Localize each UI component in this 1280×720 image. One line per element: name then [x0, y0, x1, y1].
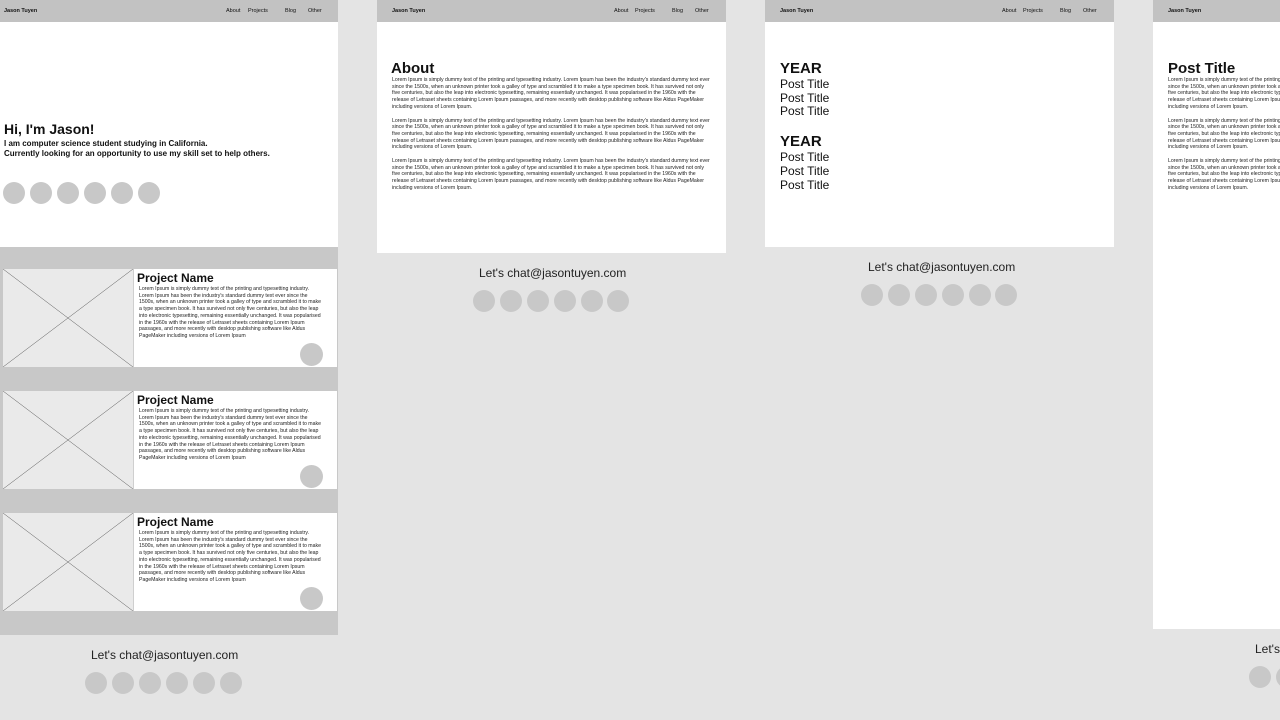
post-navbar: Jason Tuyen [1153, 0, 1280, 22]
project-link-button[interactable] [300, 465, 323, 488]
social-icon[interactable] [473, 290, 495, 312]
about-frame: Jason Tuyen About Projects Blog Other Ab… [377, 0, 726, 340]
project-link-button[interactable] [300, 343, 323, 366]
social-icon[interactable] [581, 290, 603, 312]
project-card[interactable]: Project Name Lorem Ipsum is simply dummy… [2, 390, 337, 490]
post-paragraph: Lorem Ipsum is simply dummy text of the … [1168, 158, 1280, 191]
social-icon[interactable] [607, 290, 629, 312]
social-icon[interactable] [193, 672, 215, 694]
project-description: Lorem Ipsum is simply dummy text of the … [139, 408, 321, 461]
nav-link-other[interactable]: Other [308, 8, 322, 14]
image-placeholder-icon [2, 512, 134, 612]
hero-greeting: Hi, I'm Jason! [4, 121, 95, 137]
project-title: Project Name [137, 515, 214, 529]
footer-contact-link[interactable]: Let's chat@jasontuyen.com [868, 260, 1015, 274]
about-body: Lorem Ipsum is simply dummy text of the … [392, 77, 711, 192]
project-description: Lorem Ipsum is simply dummy text of the … [139, 530, 321, 583]
nav-link-about[interactable]: About [1002, 8, 1016, 14]
project-description: Lorem Ipsum is simply dummy text of the … [139, 286, 321, 339]
nav-link-other[interactable]: Other [1083, 8, 1097, 14]
post-paragraph: Lorem Ipsum is simply dummy text of the … [1168, 117, 1280, 151]
nav-link-blog[interactable]: Blog [285, 8, 296, 14]
social-icon[interactable] [554, 290, 576, 312]
hero-tagline-2: Currently looking for an opportunity to … [4, 149, 270, 158]
social-icon[interactable] [220, 672, 242, 694]
hero-tagline-1: I am computer science student studying i… [4, 139, 208, 148]
nav-brand[interactable]: Jason Tuyen [4, 8, 37, 14]
nav-brand[interactable]: Jason Tuyen [392, 8, 425, 14]
project-card[interactable]: Project Name Lorem Ipsum is simply dummy… [2, 268, 337, 368]
social-icon[interactable] [85, 672, 107, 694]
social-icon[interactable] [995, 284, 1017, 306]
projects-section-end [0, 613, 338, 635]
footer-contact-link[interactable]: Let's chat@jasontuyen.com [1255, 642, 1280, 656]
social-icon[interactable] [500, 290, 522, 312]
blog-post-link[interactable]: Post Title [780, 91, 829, 105]
social-icon[interactable] [969, 284, 991, 306]
post-paragraph: Lorem Ipsum is simply dummy text of the … [1168, 77, 1280, 110]
blog-year-heading: YEAR [780, 60, 822, 77]
blog-post-link[interactable]: Post Title [780, 77, 829, 91]
home-navbar: Jason Tuyen About Projects Blog Other [0, 0, 338, 22]
social-icon[interactable] [1249, 666, 1271, 688]
project-image-placeholder [2, 512, 134, 612]
nav-brand[interactable]: Jason Tuyen [1168, 8, 1201, 14]
social-icon[interactable] [57, 182, 79, 204]
social-icon[interactable] [166, 672, 188, 694]
blog-year-heading: YEAR [780, 133, 822, 150]
home-frame: Jason Tuyen About Projects Blog Other Hi… [0, 0, 338, 720]
nav-link-projects[interactable]: Projects [635, 8, 655, 14]
project-link-button[interactable] [300, 587, 323, 610]
nav-link-blog[interactable]: Blog [1060, 8, 1071, 14]
post-body: Lorem Ipsum is simply dummy text of the … [1168, 77, 1280, 192]
nav-link-blog[interactable]: Blog [672, 8, 683, 14]
nav-link-other[interactable]: Other [695, 8, 709, 14]
social-icon[interactable] [527, 290, 549, 312]
project-title: Project Name [137, 393, 214, 407]
social-icon[interactable] [139, 672, 161, 694]
social-icon[interactable] [3, 182, 25, 204]
blog-post-link[interactable]: Post Title [780, 178, 829, 192]
project-title: Project Name [137, 271, 214, 285]
blog-post-link[interactable]: Post Title [780, 164, 829, 178]
about-paragraph: Lorem Ipsum is simply dummy text of the … [392, 77, 710, 110]
project-image-placeholder [2, 268, 134, 368]
about-paragraph: Lorem Ipsum is simply dummy text of the … [392, 117, 710, 151]
social-icon[interactable] [30, 182, 52, 204]
nav-link-projects[interactable]: Projects [248, 8, 268, 14]
social-icon[interactable] [1276, 666, 1280, 688]
about-heading: About [391, 60, 435, 77]
blog-frame: Jason Tuyen About Projects Blog Other YE… [765, 0, 1114, 340]
social-icon[interactable] [915, 284, 937, 306]
nav-brand[interactable]: Jason Tuyen [780, 8, 813, 14]
post-title: Post Title [1168, 60, 1236, 77]
social-icon[interactable] [111, 182, 133, 204]
blog-navbar: Jason Tuyen About Projects Blog Other [765, 0, 1114, 22]
social-icon[interactable] [942, 284, 964, 306]
social-icon[interactable] [861, 284, 883, 306]
social-icon[interactable] [138, 182, 160, 204]
image-placeholder-icon [2, 390, 134, 490]
blog-content [765, 0, 1114, 247]
about-paragraph: Lorem Ipsum is simply dummy text of the … [392, 158, 710, 191]
project-image-placeholder [2, 390, 134, 490]
footer-contact-link[interactable]: Let's chat@jasontuyen.com [479, 266, 626, 280]
blog-post-link[interactable]: Post Title [780, 104, 829, 118]
footer-contact-link[interactable]: Let's chat@jasontuyen.com [91, 648, 238, 662]
image-placeholder-icon [2, 268, 134, 368]
nav-link-about[interactable]: About [226, 8, 240, 14]
project-card[interactable]: Project Name Lorem Ipsum is simply dummy… [2, 512, 337, 612]
blog-post-link[interactable]: Post Title [780, 150, 829, 164]
social-icon[interactable] [888, 284, 910, 306]
nav-link-projects[interactable]: Projects [1023, 8, 1043, 14]
social-icon[interactable] [84, 182, 106, 204]
social-icon[interactable] [112, 672, 134, 694]
post-frame: Jason Tuyen Post Title Lorem Ipsum is si… [1153, 0, 1280, 720]
nav-link-about[interactable]: About [614, 8, 628, 14]
about-navbar: Jason Tuyen About Projects Blog Other [377, 0, 726, 22]
